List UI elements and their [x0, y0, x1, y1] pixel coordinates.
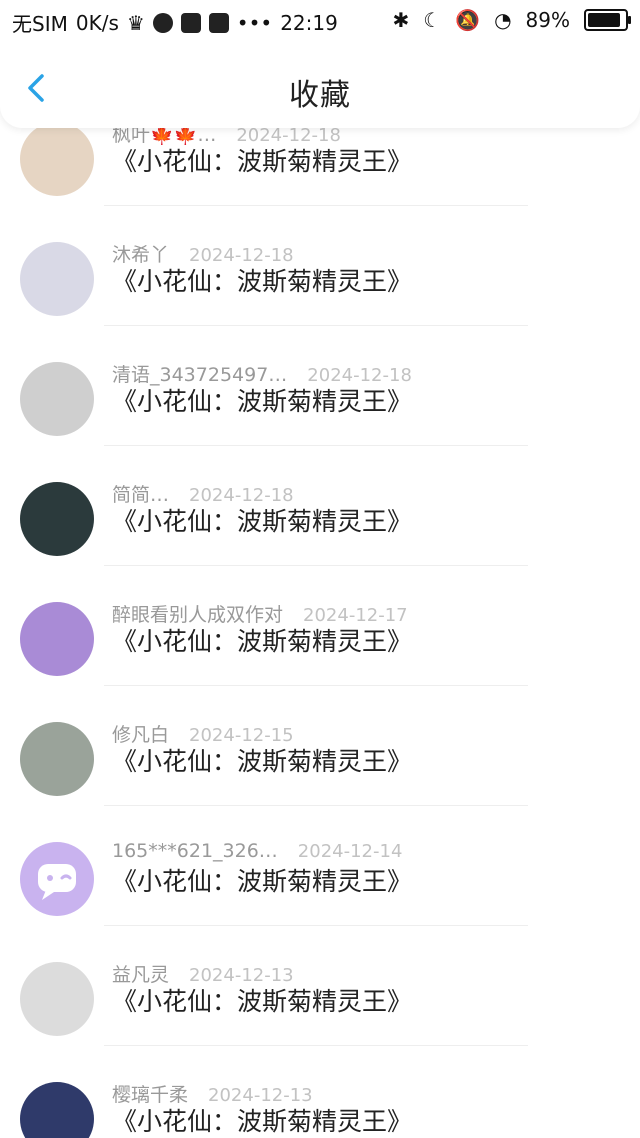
list-item[interactable]: 醉眼看别人成双作对 2024-12-17 《小花仙：波斯菊精灵王》	[0, 566, 640, 686]
list-item[interactable]: 165***621_326… 2024-12-14 《小花仙：波斯菊精灵王》	[0, 806, 640, 926]
item-title: 《小花仙：波斯菊精灵王》	[112, 1107, 413, 1136]
moon-icon: ☾	[423, 8, 442, 32]
avatar	[20, 602, 94, 676]
network-speed-text: 0K/s	[75, 10, 119, 35]
list-item[interactable]: 沐希丫 2024-12-18 《小花仙：波斯菊精灵王》	[0, 206, 640, 326]
avatar	[20, 122, 94, 196]
crown-icon: ♛	[126, 10, 145, 35]
item-date: 2024-12-14	[297, 841, 403, 862]
status-left: 无SIM 0K/s ♛ ••• 22:19	[12, 8, 338, 37]
user-name: 165***621_326…	[112, 840, 278, 862]
app-icon	[152, 12, 173, 33]
nav-bar: 收藏	[0, 44, 640, 128]
carrier-text: 无SIM	[12, 12, 68, 36]
item-title: 《小花仙：波斯菊精灵王》	[112, 147, 413, 176]
list-item[interactable]: 樱璃千柔 2024-12-13 《小花仙：波斯菊精灵王》	[0, 1046, 640, 1138]
battery-icon	[584, 9, 631, 31]
chat-bubble-icon	[38, 864, 76, 900]
bluetooth-icon: ✱	[392, 8, 410, 32]
avatar	[20, 242, 94, 316]
item-title: 《小花仙：波斯菊精灵王》	[112, 387, 413, 416]
play-icon	[208, 12, 229, 33]
list-item[interactable]: 益凡灵 2024-12-13 《小花仙：波斯菊精灵王》	[0, 926, 640, 1046]
item-title: 《小花仙：波斯菊精灵王》	[112, 627, 413, 656]
clock-text: 22:19	[280, 10, 338, 35]
more-icon: •••	[236, 10, 273, 35]
battery-percent-text: 89%	[525, 8, 570, 32]
favorites-list: 枫叶🍁🍁… 2024-12-18 《小花仙：波斯菊精灵王》 沐希丫 2024-1…	[0, 100, 640, 1138]
item-title: 《小花仙：波斯菊精灵王》	[112, 507, 413, 536]
status-bar: 无SIM 0K/s ♛ ••• 22:19 ✱ ☾ 🔕 ◔ 89%	[0, 0, 640, 44]
avatar	[20, 962, 94, 1036]
avatar	[20, 722, 94, 796]
list-item[interactable]: 简简… 2024-12-18 《小花仙：波斯菊精灵王》	[0, 446, 640, 566]
avatar	[20, 842, 94, 916]
item-meta: 165***621_326… 2024-12-14	[112, 840, 402, 862]
avatar	[20, 362, 94, 436]
list-item[interactable]: 修凡白 2024-12-15 《小花仙：波斯菊精灵王》	[0, 686, 640, 806]
wifi-icon: ◔	[494, 8, 512, 32]
avatar	[20, 482, 94, 556]
list-item[interactable]: 清语_343725497… 2024-12-18 《小花仙：波斯菊精灵王》	[0, 326, 640, 446]
item-title: 《小花仙：波斯菊精灵王》	[112, 267, 413, 296]
item-title: 《小花仙：波斯菊精灵王》	[112, 747, 413, 776]
status-right: ✱ ☾ 🔕 ◔ 89%	[392, 8, 631, 32]
item-title: 《小花仙：波斯菊精灵王》	[112, 987, 413, 1016]
avatar	[20, 1082, 94, 1138]
item-title: 《小花仙：波斯菊精灵王》	[112, 867, 413, 896]
bolt-icon	[180, 12, 201, 33]
page-title: 收藏	[289, 78, 351, 113]
mute-bell-icon: 🔕	[455, 8, 481, 32]
